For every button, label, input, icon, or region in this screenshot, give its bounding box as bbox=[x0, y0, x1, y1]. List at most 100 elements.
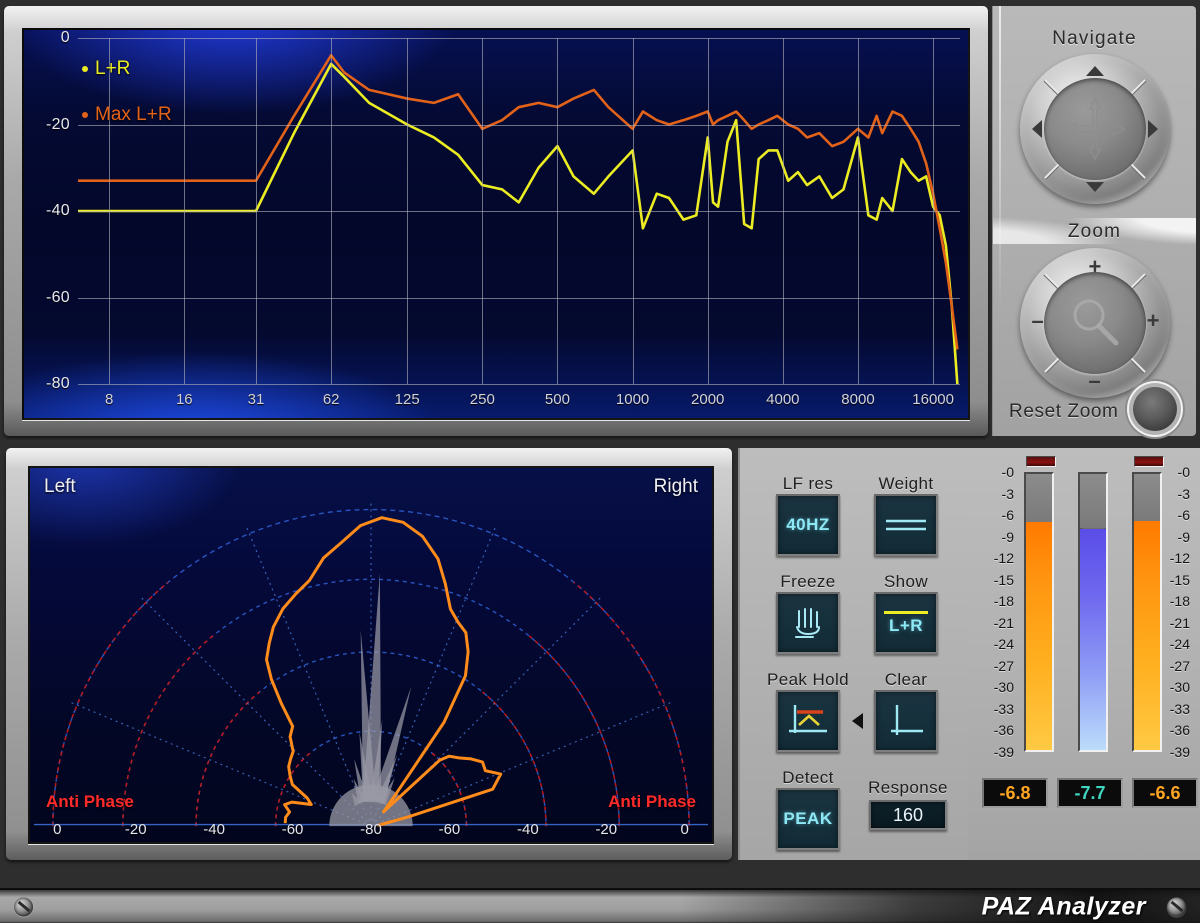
meter-scale-tick: -27 bbox=[994, 658, 1014, 674]
response-label: Response bbox=[868, 778, 948, 798]
polar-antiphase-arc bbox=[123, 636, 213, 826]
meter-scale-tick: -0 bbox=[1002, 464, 1014, 480]
polar-x-tick-label: -80 bbox=[360, 821, 382, 838]
reset-zoom-button[interactable] bbox=[1133, 387, 1177, 431]
polar-grid-spoke bbox=[247, 528, 371, 826]
peak-hold-clear-arrow-icon bbox=[852, 713, 863, 729]
meter-scale-tick: -27 bbox=[1170, 658, 1190, 674]
reset-zoom-label: Reset Zoom bbox=[1009, 401, 1118, 423]
grid-line-horizontal bbox=[78, 125, 960, 126]
detect-button[interactable]: PEAK bbox=[776, 788, 840, 850]
spectrum-section: 0-20-40-60-80816316212525050010002000400… bbox=[0, 0, 1200, 440]
nav-left-arrow-icon[interactable] bbox=[1032, 120, 1042, 138]
meter-scale-tick: -18 bbox=[1170, 593, 1190, 609]
antiphase-left-label: Anti Phase bbox=[46, 792, 134, 812]
nav-tick-se bbox=[1130, 163, 1146, 179]
peak-hold-button[interactable] bbox=[776, 690, 840, 752]
meter-scale-tick: -15 bbox=[1170, 572, 1190, 588]
grid-line-horizontal bbox=[78, 211, 960, 212]
clip-led-left[interactable] bbox=[1026, 456, 1056, 467]
zoom-title: Zoom bbox=[993, 221, 1196, 243]
polar-x-tick-label: 0 bbox=[53, 821, 61, 838]
polar-antiphase-arc bbox=[483, 692, 546, 826]
x-axis-label: 500 bbox=[545, 391, 570, 408]
zoom-knob[interactable]: + + – – bbox=[1020, 248, 1170, 398]
grid-line-vertical bbox=[633, 38, 634, 384]
control-panel: LF res 40HZ Weight Freeze bbox=[738, 448, 968, 860]
paz-analyzer-window: 0-20-40-60-80816316212525050010002000400… bbox=[0, 0, 1200, 923]
meter-scale-tick: -15 bbox=[994, 572, 1014, 588]
meter-scale-tick: -33 bbox=[994, 701, 1014, 717]
navigate-zoom-panel: Navigate bbox=[992, 6, 1196, 436]
screw-left-icon bbox=[14, 897, 33, 916]
nav-down-arrow-icon[interactable] bbox=[1086, 182, 1104, 192]
zoom-knob-outer[interactable]: + + – – bbox=[1020, 248, 1170, 398]
legend-item-lr: L+R bbox=[82, 58, 172, 80]
magnifier-icon bbox=[1058, 286, 1132, 360]
weight-button[interactable] bbox=[874, 494, 938, 556]
show-label: Show bbox=[884, 572, 928, 592]
meter-scale-tick: -36 bbox=[1170, 722, 1190, 738]
spectrum-legend: L+R Max L+R bbox=[82, 58, 172, 150]
x-axis-label: 250 bbox=[470, 391, 495, 408]
legend-label-lr: L+R bbox=[95, 58, 130, 80]
y-axis-label: -60 bbox=[46, 289, 70, 307]
clear-axes-icon bbox=[883, 701, 929, 741]
meter-readout-right: -6.6 bbox=[1132, 778, 1198, 808]
show-button[interactable]: L+R bbox=[874, 592, 938, 654]
response-value[interactable]: 160 bbox=[869, 800, 947, 830]
weight-label: Weight bbox=[878, 474, 933, 494]
x-axis-label: 125 bbox=[395, 391, 420, 408]
navigate-knob[interactable] bbox=[1020, 54, 1170, 204]
meter-scale-tick: -39 bbox=[1170, 744, 1190, 760]
app-title: PAZ Analyzer bbox=[982, 892, 1146, 921]
freeze-button[interactable] bbox=[776, 592, 840, 654]
polar-grid-spoke bbox=[142, 598, 371, 826]
meter-scale-tick: -30 bbox=[994, 679, 1014, 695]
nav-tick-ne bbox=[1130, 79, 1146, 95]
clip-led-right[interactable] bbox=[1134, 456, 1164, 467]
x-axis-label: 8 bbox=[105, 391, 113, 408]
meter-scale-tick: -9 bbox=[1002, 529, 1014, 545]
clear-label: Clear bbox=[885, 670, 928, 690]
y-axis-label: -20 bbox=[46, 116, 70, 134]
meter-fill-correlation bbox=[1080, 529, 1106, 751]
phase-scope-display[interactable]: Left Right Anti Phase Anti Phase 0-20-40… bbox=[28, 466, 714, 844]
polar-left-label: Left bbox=[44, 476, 76, 498]
grid-line-vertical bbox=[933, 38, 934, 384]
zoom-out-left-sign[interactable]: – bbox=[1032, 310, 1044, 332]
grid-line-horizontal bbox=[78, 298, 960, 299]
meter-scale-tick: -0 bbox=[1178, 464, 1190, 480]
meter-scale-tick: -12 bbox=[994, 550, 1014, 566]
navigate-knob-outer[interactable] bbox=[1020, 54, 1170, 204]
grid-line-vertical bbox=[708, 38, 709, 384]
zoom-knob-center[interactable] bbox=[1044, 272, 1146, 374]
polar-x-tick-label: -20 bbox=[125, 821, 147, 838]
nav-tick-sw bbox=[1044, 163, 1060, 179]
meter-scale-tick: -24 bbox=[994, 636, 1014, 652]
meter-scale-tick: -39 bbox=[994, 744, 1014, 760]
grid-line-vertical bbox=[557, 38, 558, 384]
nav-up-arrow-icon[interactable] bbox=[1086, 66, 1104, 76]
grid-line-vertical bbox=[256, 38, 257, 384]
zoom-tick-ne bbox=[1130, 273, 1146, 289]
hand-icon bbox=[791, 605, 825, 641]
spectrum-plot-area[interactable]: 0-20-40-60-80816316212525050010002000400… bbox=[78, 38, 960, 384]
lf-res-button[interactable]: 40HZ bbox=[776, 494, 840, 556]
x-axis-label: 16000 bbox=[912, 391, 954, 408]
polar-frame: Left Right Anti Phase Anti Phase 0-20-40… bbox=[6, 448, 732, 860]
nav-right-arrow-icon[interactable] bbox=[1148, 120, 1158, 138]
flat-weighting-icon bbox=[883, 512, 929, 538]
meter-bar-correlation bbox=[1078, 472, 1108, 752]
navigate-title: Navigate bbox=[993, 28, 1196, 50]
navigate-knob-center[interactable] bbox=[1044, 78, 1146, 180]
meter-headroom-left bbox=[1026, 474, 1052, 522]
x-axis-label: 62 bbox=[323, 391, 340, 408]
grid-line-vertical bbox=[858, 38, 859, 384]
spectrum-display[interactable]: 0-20-40-60-80816316212525050010002000400… bbox=[22, 28, 970, 420]
polar-x-tick-label: 0 bbox=[681, 821, 689, 838]
show-value: L+R bbox=[889, 616, 923, 636]
zoom-in-right-sign[interactable]: + bbox=[1147, 310, 1160, 332]
meter-bar-left bbox=[1024, 472, 1054, 752]
clear-button[interactable] bbox=[874, 690, 938, 752]
